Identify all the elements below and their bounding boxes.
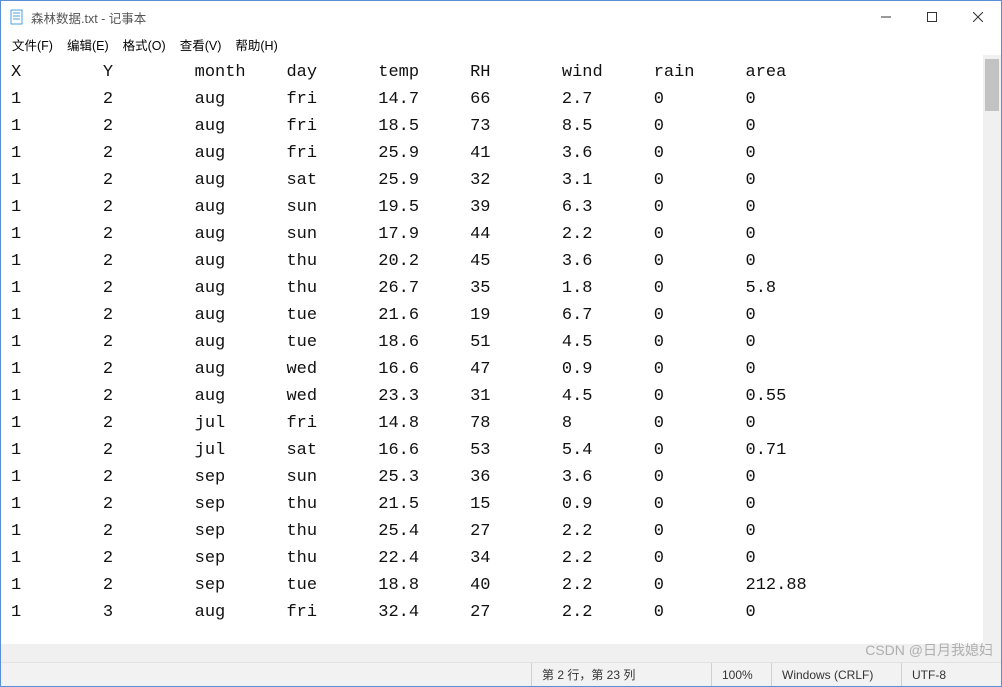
- close-button[interactable]: [955, 1, 1001, 33]
- status-zoom: 100%: [711, 663, 771, 686]
- menu-bar: 文件(F) 编辑(E) 格式(O) 查看(V) 帮助(H): [1, 33, 1001, 55]
- title-bar[interactable]: 森林数据.txt - 记事本: [1, 1, 1001, 33]
- status-bar: 第 2 行，第 23 列 100% Windows (CRLF) UTF-8: [1, 662, 1001, 686]
- status-cursor-position: 第 2 行，第 23 列: [531, 663, 711, 686]
- menu-edit[interactable]: 编辑(E): [60, 33, 116, 56]
- status-line-ending: Windows (CRLF): [771, 663, 901, 686]
- menu-file[interactable]: 文件(F): [5, 33, 60, 56]
- window-title: 森林数据.txt - 记事本: [31, 8, 146, 27]
- maximize-button[interactable]: [909, 1, 955, 33]
- scrollbar-thumb[interactable]: [985, 59, 999, 111]
- minimize-button[interactable]: [863, 1, 909, 33]
- vertical-scrollbar[interactable]: [983, 55, 1001, 644]
- menu-format[interactable]: 格式(O): [116, 33, 173, 56]
- horizontal-scrollbar[interactable]: [1, 644, 1001, 662]
- menu-help[interactable]: 帮助(H): [228, 33, 284, 56]
- status-encoding: UTF-8: [901, 663, 1001, 686]
- menu-view[interactable]: 查看(V): [173, 33, 229, 56]
- notepad-window: 森林数据.txt - 记事本 文件(F) 编辑(E) 格式(O) 查看(V) 帮…: [0, 0, 1002, 687]
- text-area[interactable]: X Y month day temp RH wind rain area 1 2…: [1, 55, 983, 644]
- notepad-app-icon: [9, 9, 25, 25]
